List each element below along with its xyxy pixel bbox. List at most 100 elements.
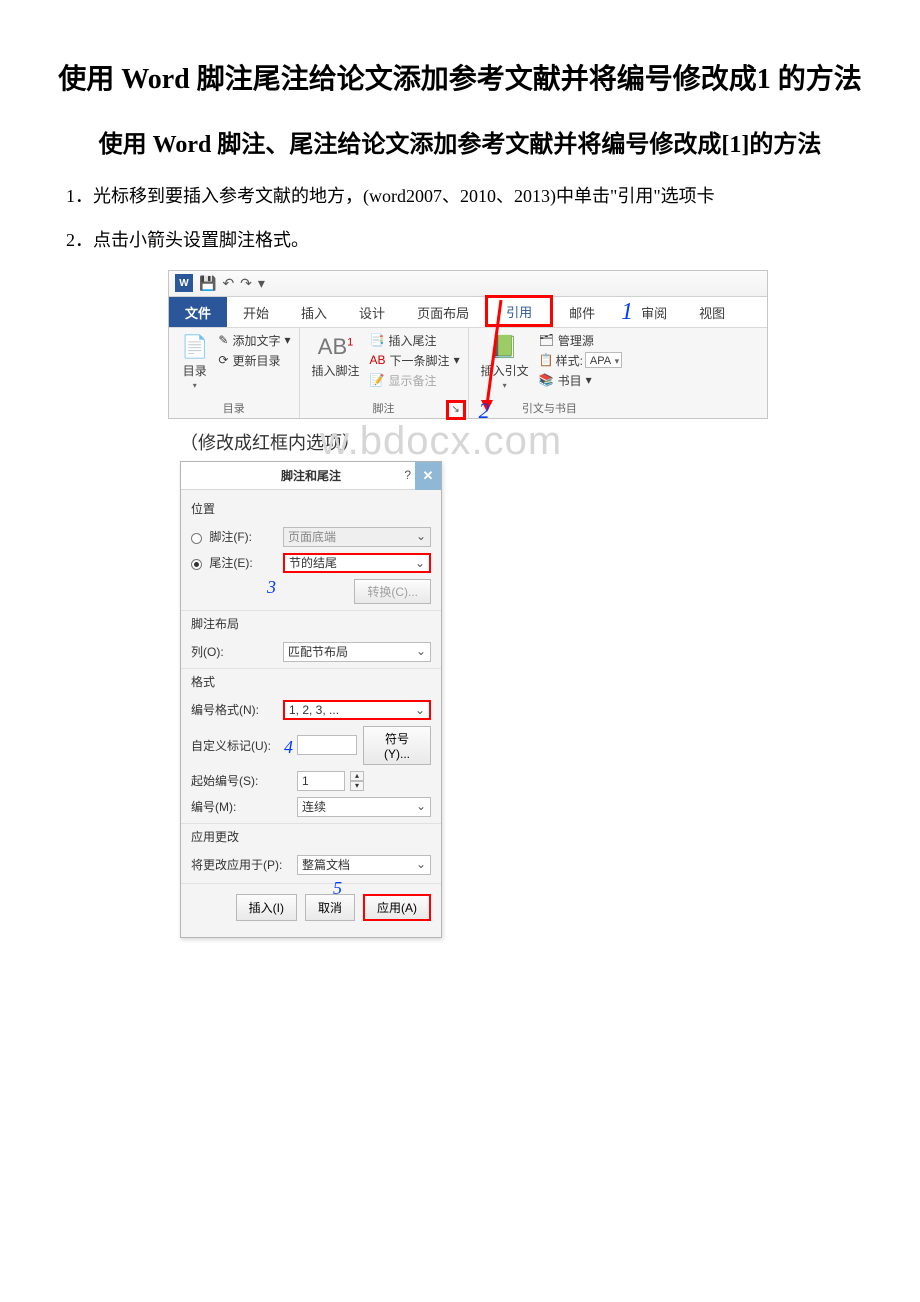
update-toc-label: 更新目录 [232, 352, 280, 369]
toc-button[interactable]: 📄 目录 ▾ [177, 332, 212, 392]
group-toc-label: 目录 [177, 400, 291, 416]
apply-to-label: 将更改应用于(P): [191, 856, 291, 873]
numbering-combo[interactable]: 连续 [297, 797, 431, 817]
bibliography-button[interactable]: 📚 书目 ▾ [539, 372, 623, 389]
qat-customize-icon[interactable]: ▾ [258, 275, 265, 292]
insert-footnote-label: 插入脚注 [312, 362, 360, 379]
endnote-radio[interactable] [191, 559, 202, 570]
apply-to-combo[interactable]: 整篇文档 [297, 855, 431, 875]
endnote-radio-label: 尾注(E): [209, 556, 252, 570]
tab-mail[interactable]: 邮件 1 [553, 297, 625, 327]
sub-title: 使用 Word 脚注、尾注给论文添加参考文献并将编号修改成[1]的方法 [30, 129, 890, 163]
number-format-row: 编号格式(N): 1, 2, 3, ... [191, 700, 431, 720]
tab-references[interactable]: 引用 [485, 295, 553, 327]
custom-mark-field[interactable] [297, 735, 357, 755]
dialog-title-text: 脚注和尾注 [281, 467, 341, 484]
annotation-3: 3 [267, 577, 276, 598]
next-footnote-icon: AB [370, 353, 386, 367]
tab-design[interactable]: 设计 [343, 297, 401, 327]
insert-footnote-button[interactable]: AB1 插入脚注 [308, 332, 364, 381]
tab-review[interactable]: 审阅 [625, 297, 683, 327]
style-icon: 📋 [539, 353, 554, 367]
toc-button-label: 目录 [183, 362, 207, 379]
redo-icon[interactable]: ↷ [240, 275, 252, 292]
manage-sources-button[interactable]: 🗂 管理源 [539, 332, 623, 349]
section-layout: 脚注布局 [181, 610, 441, 636]
tab-view[interactable]: 视图 [683, 297, 729, 327]
endnote-icon: 📑 [370, 333, 385, 347]
section-apply-changes: 应用更改 [181, 823, 441, 849]
update-toc-button[interactable]: ⟳ 更新目录 [218, 352, 290, 369]
add-text-button[interactable]: ✎ 添加文字 ▾ [218, 332, 290, 349]
show-notes-button[interactable]: 📝 显示备注 [370, 372, 460, 389]
ribbon-body: 📄 目录 ▾ ✎ 添加文字 ▾ ⟳ 更新目录 目录 [169, 327, 767, 418]
tab-mail-label: 邮件 [569, 306, 595, 321]
start-at-row: 起始编号(S): 1 ▴ ▾ [191, 771, 431, 791]
group-citations-label: 引文与书目 [477, 400, 623, 416]
columns-label: 列(O): [191, 643, 277, 660]
footnote-radio[interactable] [191, 533, 202, 544]
footnote-radio-label: 脚注(F): [209, 530, 252, 544]
add-text-icon: ✎ [218, 333, 228, 347]
tab-insert[interactable]: 插入 [285, 297, 343, 327]
citation-icon: 📗 [491, 334, 518, 360]
start-at-spinner[interactable]: ▴ ▾ [350, 771, 364, 791]
start-at-field[interactable]: 1 [297, 771, 345, 791]
spin-down-icon[interactable]: ▾ [350, 781, 364, 791]
main-title: 使用 Word 脚注尾注给论文添加参考文献并将编号修改成1 的方法 [30, 60, 890, 99]
footnote-dialog-launcher[interactable]: ↘ [446, 400, 466, 420]
insert-button[interactable]: 插入(I) [236, 894, 297, 921]
step-2-text: 2．点击小箭头设置脚注格式。 [30, 225, 890, 256]
number-format-label: 编号格式(N): [191, 701, 277, 718]
style-combo[interactable]: APA [585, 352, 622, 368]
insert-endnote-label: 插入尾注 [388, 332, 436, 349]
section-format: 格式 [181, 668, 441, 694]
columns-row: 列(O): 匹配节布局 [191, 642, 431, 662]
toc-icon: 📄 [181, 334, 208, 360]
apply-button[interactable]: 应用(A) [363, 894, 431, 921]
apply-to-row: 将更改应用于(P): 整篇文档 [191, 855, 431, 875]
next-footnote-label: 下一条脚注 [390, 352, 450, 369]
spin-up-icon[interactable]: ▴ [350, 771, 364, 781]
ab-icon: AB1 [318, 334, 353, 360]
insert-endnote-button[interactable]: 📑 插入尾注 [370, 332, 460, 349]
tab-layout[interactable]: 页面布局 [401, 297, 485, 327]
save-icon[interactable]: 💾 [199, 275, 216, 292]
convert-row: 3 转换(C)... [191, 579, 431, 604]
endnote-radio-row: 尾注(E): 节的结尾 [191, 553, 431, 573]
show-notes-label: 显示备注 [388, 372, 436, 389]
word-app-icon: W [175, 274, 193, 292]
section-position: 位置 [181, 496, 441, 521]
manage-sources-icon: 🗂 [539, 333, 554, 347]
citation-style-field[interactable]: 📋 样式: APA [539, 352, 623, 369]
update-icon: ⟳ [218, 353, 228, 367]
tab-home[interactable]: 开始 [227, 297, 285, 327]
tab-file[interactable]: 文件 [169, 297, 227, 327]
endnote-location-combo[interactable]: 节的结尾 [283, 553, 431, 573]
bibliography-icon: 📚 [539, 373, 554, 387]
dialog-titlebar: 脚注和尾注 ? ✕ [181, 462, 441, 490]
dialog-close-icon[interactable]: ✕ [415, 462, 441, 490]
cancel-button[interactable]: 取消 [305, 894, 355, 921]
dialog-help-icon[interactable]: ? [404, 468, 411, 482]
numbering-label: 编号(M): [191, 798, 291, 815]
next-footnote-button[interactable]: AB 下一条脚注 ▾ [370, 352, 460, 369]
manage-sources-label: 管理源 [558, 332, 594, 349]
undo-icon[interactable]: ↶ [222, 275, 234, 292]
group-footnotes-label: 脚注 ↘ [308, 400, 460, 416]
insert-citation-button[interactable]: 📗 插入引文 ▾ [477, 332, 533, 392]
quick-access-toolbar: W 💾 ↶ ↷ ▾ [169, 271, 767, 297]
number-format-combo[interactable]: 1, 2, 3, ... [283, 700, 431, 720]
group-footnotes: AB1 插入脚注 📑 插入尾注 AB 下一条脚注 ▾ 📝 显示备 [300, 328, 469, 418]
convert-button[interactable]: 转换(C)... [354, 579, 431, 604]
annotation-5: 5 [333, 878, 342, 899]
columns-combo[interactable]: 匹配节布局 [283, 642, 431, 662]
symbol-button[interactable]: 符号(Y)... [363, 726, 431, 765]
annotation-4: 4 [284, 737, 293, 758]
footnote-location-combo[interactable]: 页面底端 [283, 527, 431, 547]
ribbon-screenshot: W 💾 ↶ ↷ ▾ 文件 开始 插入 设计 页面布局 引用 邮件 1 审阅 视图 [168, 270, 768, 419]
tab-references-label: 引用 [506, 305, 532, 320]
custom-mark-label: 自定义标记(U): [191, 739, 271, 753]
group-citations: 📗 插入引文 ▾ 🗂 管理源 📋 样式: APA 📚 [469, 328, 631, 418]
numbering-row: 编号(M): 连续 [191, 797, 431, 817]
